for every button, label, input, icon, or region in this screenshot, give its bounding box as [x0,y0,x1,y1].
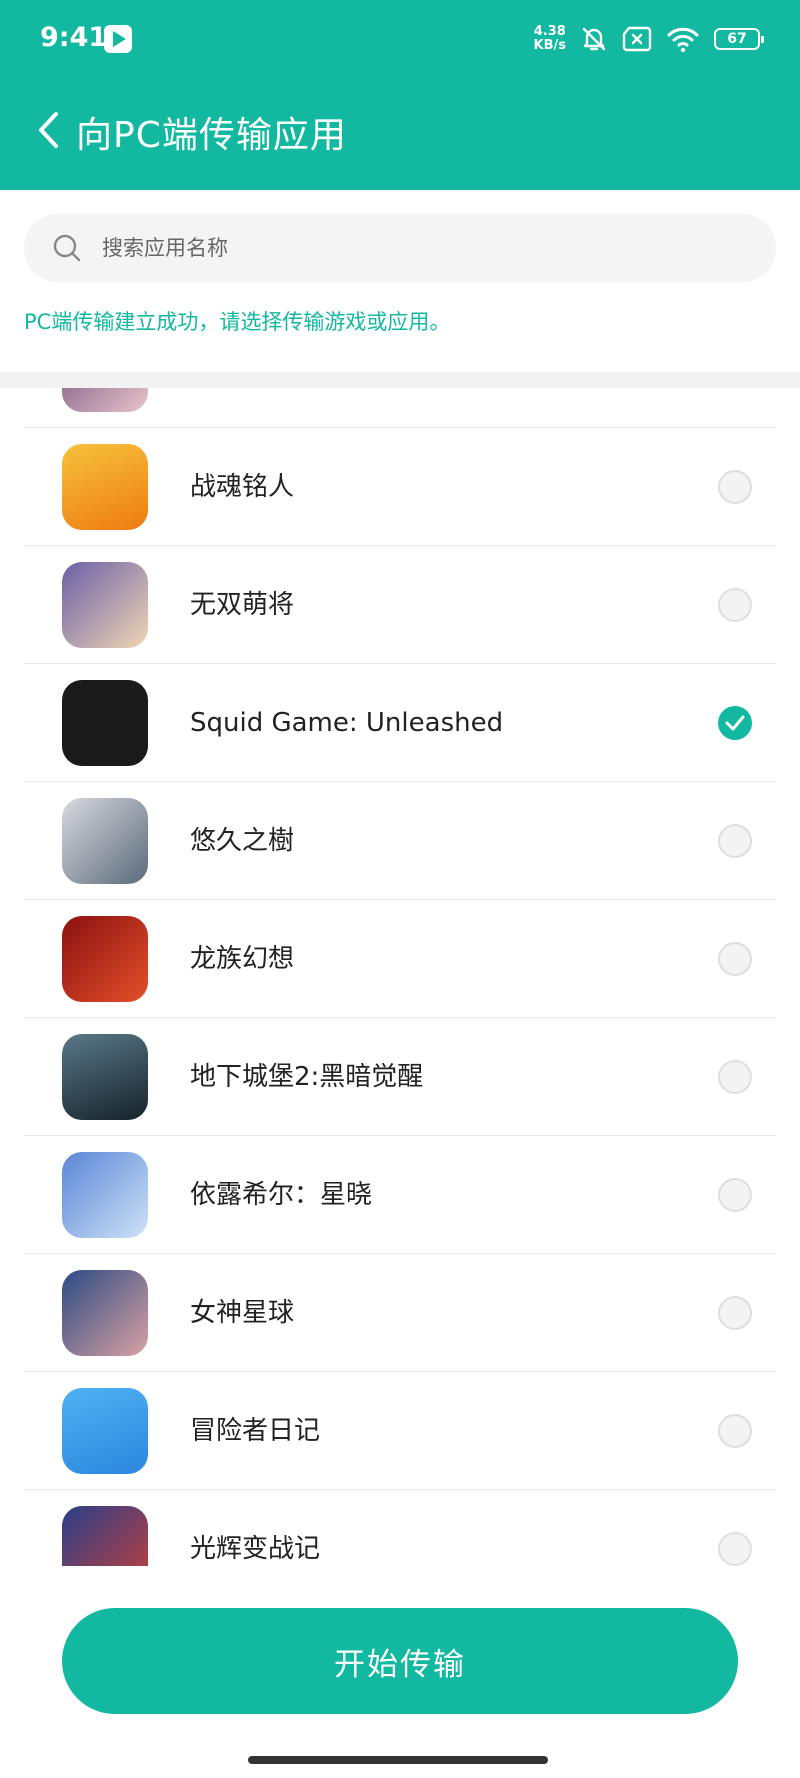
nav-bar: 向PC端传输应用 [0,90,800,170]
app-name: 悠久之樹 [190,826,295,856]
search-bar[interactable] [24,214,776,282]
app-icon [62,680,148,766]
back-button[interactable] [20,102,76,158]
battery-indicator: 67 [714,28,764,50]
app-list-item[interactable]: 依露希尔：星晓 [0,1136,800,1254]
app-name: 无双萌将 [190,590,295,620]
select-checkbox[interactable] [718,1532,752,1566]
app-name: Squid Game: Unleashed [190,708,504,738]
app-list-item[interactable]: 无双萌将 [0,546,800,664]
select-checkbox[interactable] [718,1178,752,1212]
status-bar: 9:41 4.38 KB/s 67 [0,0,800,78]
select-checkbox[interactable] [718,824,752,858]
network-speed: 4.38 KB/s [533,24,566,53]
app-icon [62,1506,148,1566]
section-divider [0,372,800,388]
app-list-item[interactable]: 光辉变战记 [0,1490,800,1566]
search-input[interactable] [102,236,702,260]
app-icon [62,388,148,412]
select-checkbox[interactable] [718,1060,752,1094]
no-sim-icon [622,26,652,52]
app-list-item[interactable]: 龙族幻想 [0,900,800,1018]
app-list[interactable]: 姬魔恋战纪战魂铭人无双萌将 Squid Game: Unleashed 悠久之樹龙族… [0,388,800,1566]
start-transfer-button[interactable]: 开始传输 [62,1608,738,1714]
app-name: 地下城堡2:黑暗觉醒 [190,1062,424,1092]
select-checkbox[interactable] [718,1414,752,1448]
select-checkbox[interactable] [718,470,752,504]
app-icon [62,1034,148,1120]
bell-muted-icon [582,27,606,51]
app-icon [62,1270,148,1356]
app-list-item[interactable]: 地下城堡2:黑暗觉醒 [0,1018,800,1136]
page-title: 向PC端传输应用 [76,115,347,156]
wifi-icon [667,27,699,53]
app-list-item[interactable]: Squid Game: Unleashed [0,664,800,782]
selected-checkbox[interactable] [718,706,752,740]
connection-hint: PC端传输建立成功，请选择传输游戏或应用。 [24,310,451,334]
app-icon [62,916,148,1002]
app-list-item[interactable]: 女神星球 [0,1254,800,1372]
app-name: 姬魔恋战纪 [190,388,320,428]
app-name: 依露希尔：星晓 [190,1180,373,1210]
home-indicator[interactable] [248,1756,548,1764]
app-name: 光辉变战记 [190,1534,321,1564]
app-name: 龙族幻想 [190,944,295,974]
app-name: 女神星球 [190,1298,295,1328]
app-icon [62,798,148,884]
app-icon [62,444,148,530]
select-checkbox[interactable] [718,588,752,622]
status-icons: 4.38 KB/s 67 [533,22,764,56]
app-icon [62,1152,148,1238]
header: 9:41 4.38 KB/s 67 向PC端传输应用 [0,0,800,190]
app-name: 冒险者日记 [190,1416,321,1446]
app-list-item[interactable]: 悠久之樹 [0,782,800,900]
status-time: 9:41 [40,22,108,53]
check-icon [725,715,745,731]
app-list-item[interactable]: 冒险者日记 [0,1372,800,1490]
search-icon [53,234,81,262]
app-name: 战魂铭人 [190,472,295,502]
app-list-item[interactable]: 姬魔恋战纪 [0,388,800,428]
app-icon [62,562,148,648]
app-icon [62,1388,148,1474]
play-store-notification-icon [104,25,132,53]
select-checkbox[interactable] [718,1296,752,1330]
select-checkbox[interactable] [718,942,752,976]
app-list-item[interactable]: 战魂铭人 [0,428,800,546]
chevron-left-icon [39,112,58,148]
